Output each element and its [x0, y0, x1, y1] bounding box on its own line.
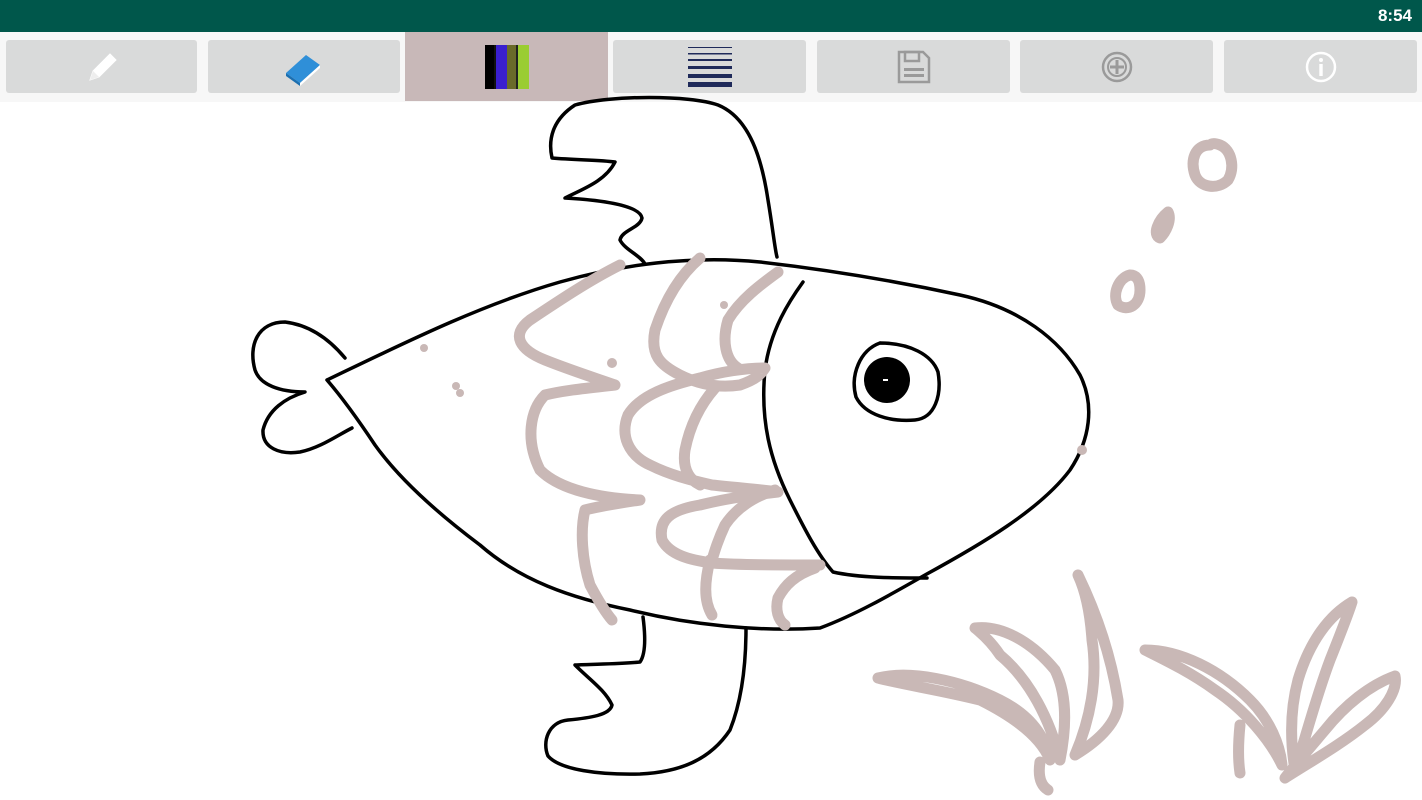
- fish-head-line: [761, 280, 929, 580]
- seaweed-right: [1139, 596, 1401, 784]
- bubble-large: [1187, 138, 1238, 192]
- drawing-canvas[interactable]: [0, 95, 1422, 800]
- paint-dot: [420, 344, 428, 352]
- fish-tail: [251, 320, 354, 455]
- fish-bottom-fin: [544, 615, 748, 776]
- seaweed-left: [872, 569, 1124, 796]
- bubble-small: [1150, 206, 1175, 244]
- fish-drawing: [251, 95, 1401, 796]
- bubble-medium: [1110, 269, 1146, 314]
- fish-top-fin: [548, 95, 779, 266]
- fish-eye-highlight: [883, 379, 888, 381]
